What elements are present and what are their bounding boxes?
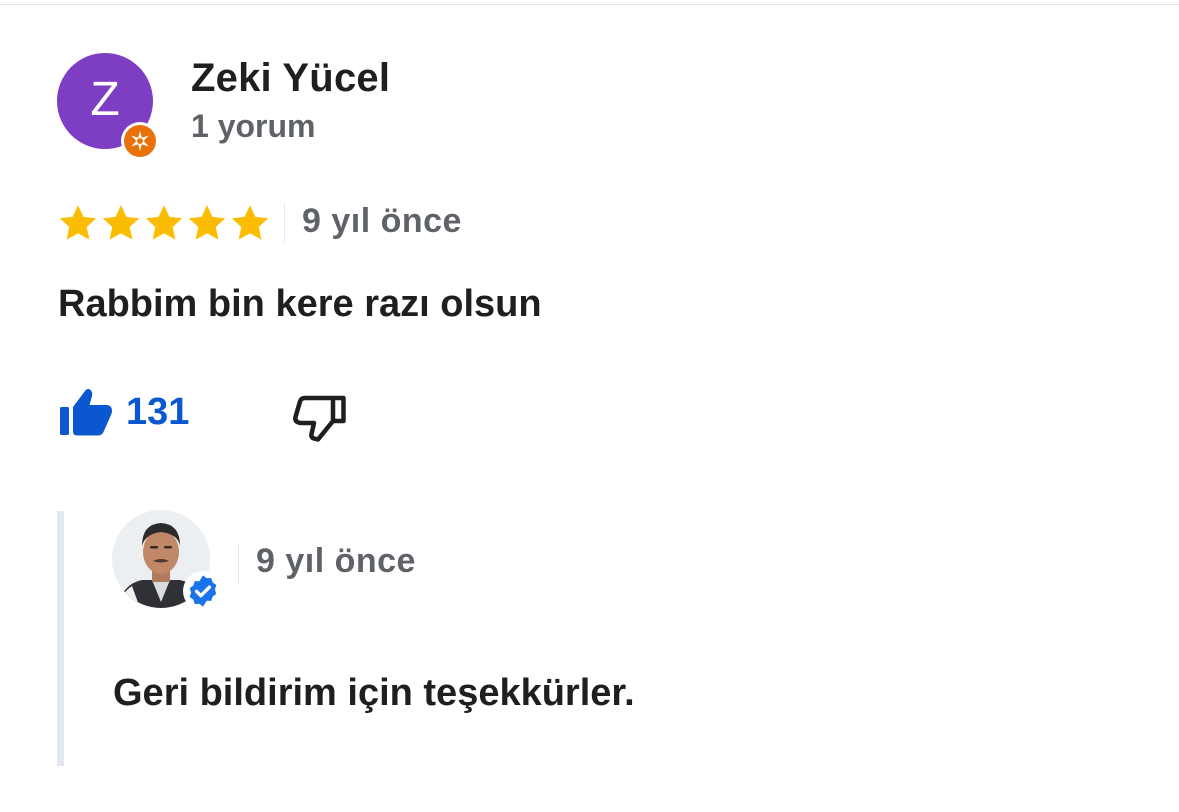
meta-divider: [284, 203, 285, 243]
reply-meta-divider: [238, 544, 239, 584]
verified-badge: [183, 571, 223, 611]
local-guide-badge: [121, 122, 159, 160]
thumbs-up-filled-icon: [60, 389, 112, 436]
review-card: Z Zeki Yücel 1 yorum 9 yıl önce Rabbim b…: [0, 0, 1179, 812]
star-rating: [57, 200, 272, 246]
star-icon: [59, 205, 97, 240]
reviewer-review-count[interactable]: 1 yorum: [191, 108, 315, 145]
avatar-initial: Z: [90, 73, 120, 126]
star-icon: [231, 205, 269, 240]
star-icon: [145, 205, 183, 240]
star-icon: [102, 205, 140, 240]
like-count: 131: [126, 390, 190, 433]
thumbs-down-outline-icon: [293, 395, 346, 442]
review-text: Rabbim bin kere razı olsun: [58, 283, 542, 325]
reply-text: Geri bildirim için teşekkürler.: [113, 672, 635, 714]
verified-check-icon: [189, 575, 217, 607]
top-divider: [0, 4, 1179, 5]
review-time: 9 yıl önce: [302, 202, 462, 240]
reviewer-name[interactable]: Zeki Yücel: [191, 56, 390, 101]
like-button[interactable]: 131: [58, 386, 189, 438]
star-icon: [188, 205, 226, 240]
dislike-button[interactable]: [292, 392, 348, 444]
reply-indent-bar: [57, 511, 64, 766]
reply-time: 9 yıl önce: [256, 542, 416, 580]
local-guide-icon: [124, 125, 156, 157]
